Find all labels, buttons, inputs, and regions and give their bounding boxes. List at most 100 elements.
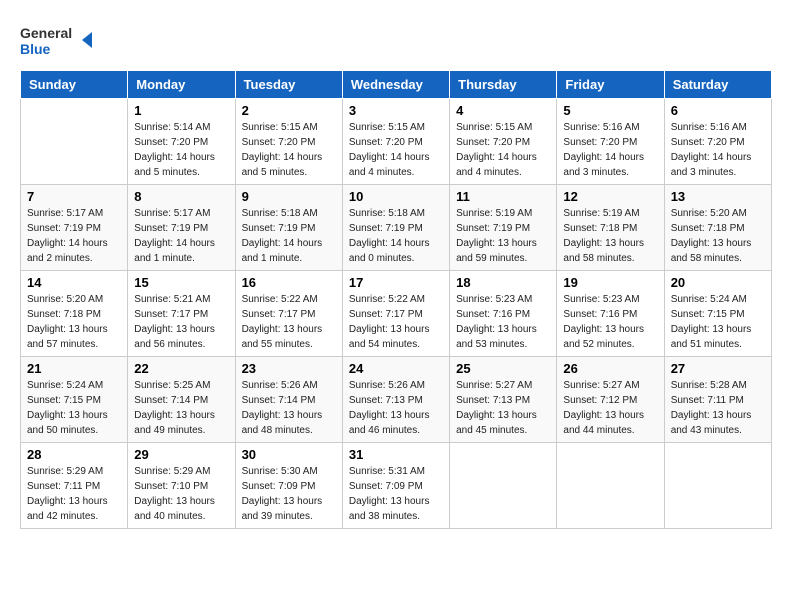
day-info: Sunrise: 5:25 AMSunset: 7:14 PMDaylight:… bbox=[134, 378, 228, 438]
day-info: Sunrise: 5:17 AMSunset: 7:19 PMDaylight:… bbox=[134, 206, 228, 266]
day-number: 26 bbox=[563, 361, 657, 376]
day-number: 14 bbox=[27, 275, 121, 290]
day-cell: 12 Sunrise: 5:19 AMSunset: 7:18 PMDayligh… bbox=[557, 185, 664, 271]
day-info: Sunrise: 5:20 AMSunset: 7:18 PMDaylight:… bbox=[671, 206, 765, 266]
day-info: Sunrise: 5:18 AMSunset: 7:19 PMDaylight:… bbox=[349, 206, 443, 266]
weekday-header-thursday: Thursday bbox=[450, 71, 557, 99]
day-number: 19 bbox=[563, 275, 657, 290]
day-info: Sunrise: 5:15 AMSunset: 7:20 PMDaylight:… bbox=[349, 120, 443, 180]
day-cell: 21 Sunrise: 5:24 AMSunset: 7:15 PMDayligh… bbox=[21, 357, 128, 443]
day-number: 30 bbox=[242, 447, 336, 462]
day-info: Sunrise: 5:27 AMSunset: 7:13 PMDaylight:… bbox=[456, 378, 550, 438]
day-cell: 8 Sunrise: 5:17 AMSunset: 7:19 PMDaylight… bbox=[128, 185, 235, 271]
day-cell bbox=[664, 443, 771, 529]
day-number: 3 bbox=[349, 103, 443, 118]
day-cell: 5 Sunrise: 5:16 AMSunset: 7:20 PMDaylight… bbox=[557, 99, 664, 185]
day-info: Sunrise: 5:16 AMSunset: 7:20 PMDaylight:… bbox=[671, 120, 765, 180]
day-info: Sunrise: 5:14 AMSunset: 7:20 PMDaylight:… bbox=[134, 120, 228, 180]
day-cell: 1 Sunrise: 5:14 AMSunset: 7:20 PMDaylight… bbox=[128, 99, 235, 185]
day-number: 11 bbox=[456, 189, 550, 204]
day-cell: 20 Sunrise: 5:24 AMSunset: 7:15 PMDayligh… bbox=[664, 271, 771, 357]
day-info: Sunrise: 5:19 AMSunset: 7:19 PMDaylight:… bbox=[456, 206, 550, 266]
day-number: 29 bbox=[134, 447, 228, 462]
day-number: 2 bbox=[242, 103, 336, 118]
day-info: Sunrise: 5:27 AMSunset: 7:12 PMDaylight:… bbox=[563, 378, 657, 438]
day-info: Sunrise: 5:18 AMSunset: 7:19 PMDaylight:… bbox=[242, 206, 336, 266]
day-info: Sunrise: 5:17 AMSunset: 7:19 PMDaylight:… bbox=[27, 206, 121, 266]
day-info: Sunrise: 5:21 AMSunset: 7:17 PMDaylight:… bbox=[134, 292, 228, 352]
day-number: 20 bbox=[671, 275, 765, 290]
day-cell bbox=[557, 443, 664, 529]
day-cell: 17 Sunrise: 5:22 AMSunset: 7:17 PMDayligh… bbox=[342, 271, 449, 357]
day-number: 23 bbox=[242, 361, 336, 376]
day-cell: 30 Sunrise: 5:30 AMSunset: 7:09 PMDayligh… bbox=[235, 443, 342, 529]
day-cell: 3 Sunrise: 5:15 AMSunset: 7:20 PMDaylight… bbox=[342, 99, 449, 185]
day-cell: 29 Sunrise: 5:29 AMSunset: 7:10 PMDayligh… bbox=[128, 443, 235, 529]
day-info: Sunrise: 5:23 AMSunset: 7:16 PMDaylight:… bbox=[563, 292, 657, 352]
day-cell: 6 Sunrise: 5:16 AMSunset: 7:20 PMDaylight… bbox=[664, 99, 771, 185]
day-cell: 22 Sunrise: 5:25 AMSunset: 7:14 PMDayligh… bbox=[128, 357, 235, 443]
day-number: 22 bbox=[134, 361, 228, 376]
weekday-header-row: SundayMondayTuesdayWednesdayThursdayFrid… bbox=[21, 71, 772, 99]
page-header: GeneralBlue bbox=[20, 20, 772, 60]
week-row-5: 28Sunrise: 5:29 AMSunset: 7:11 PMDayligh… bbox=[21, 443, 772, 529]
day-info: Sunrise: 5:26 AMSunset: 7:14 PMDaylight:… bbox=[242, 378, 336, 438]
day-cell: 16Sunrise: 5:22 AMSunset: 7:17 PMDayligh… bbox=[235, 271, 342, 357]
day-number: 25 bbox=[456, 361, 550, 376]
day-info: Sunrise: 5:26 AMSunset: 7:13 PMDaylight:… bbox=[349, 378, 443, 438]
day-number: 17 bbox=[349, 275, 443, 290]
day-info: Sunrise: 5:16 AMSunset: 7:20 PMDaylight:… bbox=[563, 120, 657, 180]
day-info: Sunrise: 5:24 AMSunset: 7:15 PMDaylight:… bbox=[671, 292, 765, 352]
day-number: 12 bbox=[563, 189, 657, 204]
day-info: Sunrise: 5:19 AMSunset: 7:18 PMDaylight:… bbox=[563, 206, 657, 266]
logo: GeneralBlue bbox=[20, 20, 100, 60]
day-info: Sunrise: 5:22 AMSunset: 7:17 PMDaylight:… bbox=[242, 292, 336, 352]
day-number: 8 bbox=[134, 189, 228, 204]
day-number: 18 bbox=[456, 275, 550, 290]
day-info: Sunrise: 5:23 AMSunset: 7:16 PMDaylight:… bbox=[456, 292, 550, 352]
day-info: Sunrise: 5:22 AMSunset: 7:17 PMDaylight:… bbox=[349, 292, 443, 352]
day-cell: 27 Sunrise: 5:28 AMSunset: 7:11 PMDayligh… bbox=[664, 357, 771, 443]
day-info: Sunrise: 5:15 AMSunset: 7:20 PMDaylight:… bbox=[456, 120, 550, 180]
day-cell: 10 Sunrise: 5:18 AMSunset: 7:19 PMDayligh… bbox=[342, 185, 449, 271]
day-number: 15 bbox=[134, 275, 228, 290]
day-cell: 7 Sunrise: 5:17 AMSunset: 7:19 PMDaylight… bbox=[21, 185, 128, 271]
weekday-header-sunday: Sunday bbox=[21, 71, 128, 99]
day-cell: 24 Sunrise: 5:26 AMSunset: 7:13 PMDayligh… bbox=[342, 357, 449, 443]
day-number: 24 bbox=[349, 361, 443, 376]
week-row-2: 7 Sunrise: 5:17 AMSunset: 7:19 PMDaylight… bbox=[21, 185, 772, 271]
day-cell: 31Sunrise: 5:31 AMSunset: 7:09 PMDayligh… bbox=[342, 443, 449, 529]
day-info: Sunrise: 5:29 AMSunset: 7:10 PMDaylight:… bbox=[134, 464, 228, 524]
day-number: 7 bbox=[27, 189, 121, 204]
weekday-header-tuesday: Tuesday bbox=[235, 71, 342, 99]
day-info: Sunrise: 5:28 AMSunset: 7:11 PMDaylight:… bbox=[671, 378, 765, 438]
day-info: Sunrise: 5:24 AMSunset: 7:15 PMDaylight:… bbox=[27, 378, 121, 438]
weekday-header-friday: Friday bbox=[557, 71, 664, 99]
day-number: 21 bbox=[27, 361, 121, 376]
weekday-header-saturday: Saturday bbox=[664, 71, 771, 99]
day-cell: 4 Sunrise: 5:15 AMSunset: 7:20 PMDaylight… bbox=[450, 99, 557, 185]
day-number: 1 bbox=[134, 103, 228, 118]
day-cell bbox=[21, 99, 128, 185]
day-number: 6 bbox=[671, 103, 765, 118]
calendar-table: SundayMondayTuesdayWednesdayThursdayFrid… bbox=[20, 70, 772, 529]
day-number: 10 bbox=[349, 189, 443, 204]
day-cell: 19 Sunrise: 5:23 AMSunset: 7:16 PMDayligh… bbox=[557, 271, 664, 357]
logo-icon: GeneralBlue bbox=[20, 20, 100, 60]
week-row-4: 21 Sunrise: 5:24 AMSunset: 7:15 PMDayligh… bbox=[21, 357, 772, 443]
day-cell: 18 Sunrise: 5:23 AMSunset: 7:16 PMDayligh… bbox=[450, 271, 557, 357]
svg-text:Blue: Blue bbox=[20, 41, 51, 57]
day-info: Sunrise: 5:15 AMSunset: 7:20 PMDaylight:… bbox=[242, 120, 336, 180]
day-info: Sunrise: 5:30 AMSunset: 7:09 PMDaylight:… bbox=[242, 464, 336, 524]
week-row-1: 1 Sunrise: 5:14 AMSunset: 7:20 PMDaylight… bbox=[21, 99, 772, 185]
day-cell: 11 Sunrise: 5:19 AMSunset: 7:19 PMDayligh… bbox=[450, 185, 557, 271]
day-cell: 2 Sunrise: 5:15 AMSunset: 7:20 PMDaylight… bbox=[235, 99, 342, 185]
day-number: 4 bbox=[456, 103, 550, 118]
week-row-3: 14Sunrise: 5:20 AMSunset: 7:18 PMDayligh… bbox=[21, 271, 772, 357]
day-number: 27 bbox=[671, 361, 765, 376]
day-number: 31 bbox=[349, 447, 443, 462]
day-cell bbox=[450, 443, 557, 529]
day-number: 5 bbox=[563, 103, 657, 118]
day-number: 9 bbox=[242, 189, 336, 204]
day-number: 28 bbox=[27, 447, 121, 462]
